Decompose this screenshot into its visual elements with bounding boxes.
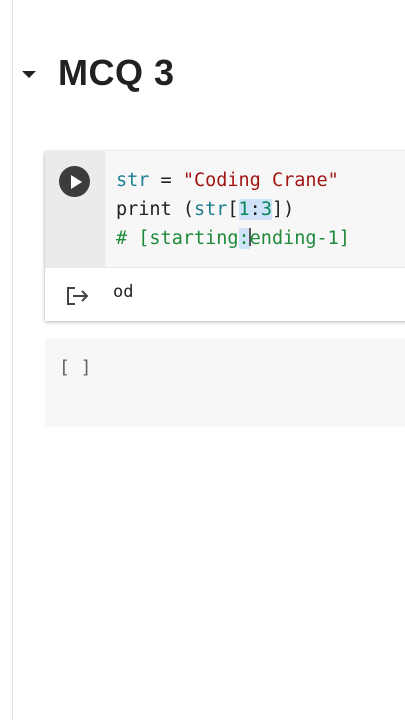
code-token-string: "Coding Crane" — [182, 170, 339, 191]
code-editor[interactable]: str = "Coding Crane" print (str[1:3]) # [s… — [105, 151, 405, 267]
code-token-bracket: ]) — [271, 199, 295, 220]
code-line-1: str = "Coding Crane" — [116, 166, 350, 195]
code-token-comment: ending-1] — [249, 228, 350, 249]
output-text: od — [113, 282, 134, 302]
collapse-caret-icon[interactable] — [22, 70, 36, 78]
code-token-comment: # [starting — [116, 228, 239, 249]
code-line-2: print (str[1:3]) — [116, 195, 350, 224]
code-token-number: 3 — [260, 199, 272, 220]
code-token-variable: str — [116, 170, 150, 191]
code-token-operator: = — [149, 170, 183, 191]
code-token-number: 1 — [238, 199, 250, 220]
output-arrow-icon[interactable] — [65, 285, 91, 307]
code-line-3: # [starting:ending-1] — [116, 224, 350, 253]
code-token-bracket: [ — [227, 199, 239, 220]
section-header[interactable]: MCQ 3 — [22, 52, 175, 94]
code-cell[interactable]: str = "Coding Crane" print (str[1:3]) # [s… — [45, 151, 405, 321]
notebook-page: MCQ 3 str = "Coding Crane" print (str[1:3… — [0, 0, 405, 720]
left-margin-rule — [12, 0, 13, 720]
cell-output: od — [45, 267, 405, 321]
code-token-argument: str — [193, 199, 228, 220]
cell-gutter — [45, 151, 105, 267]
play-icon — [70, 174, 82, 189]
code-token-colon: : — [249, 199, 261, 220]
run-cell-button[interactable] — [59, 166, 90, 197]
empty-code-cell[interactable]: [ ] — [45, 339, 405, 427]
code-token-function: print ( — [116, 199, 194, 220]
execution-count-prompt: [ ] — [59, 357, 92, 378]
code-lines[interactable]: str = "Coding Crane" print (str[1:3]) # [s… — [116, 166, 350, 253]
section-title: MCQ 3 — [58, 52, 175, 93]
